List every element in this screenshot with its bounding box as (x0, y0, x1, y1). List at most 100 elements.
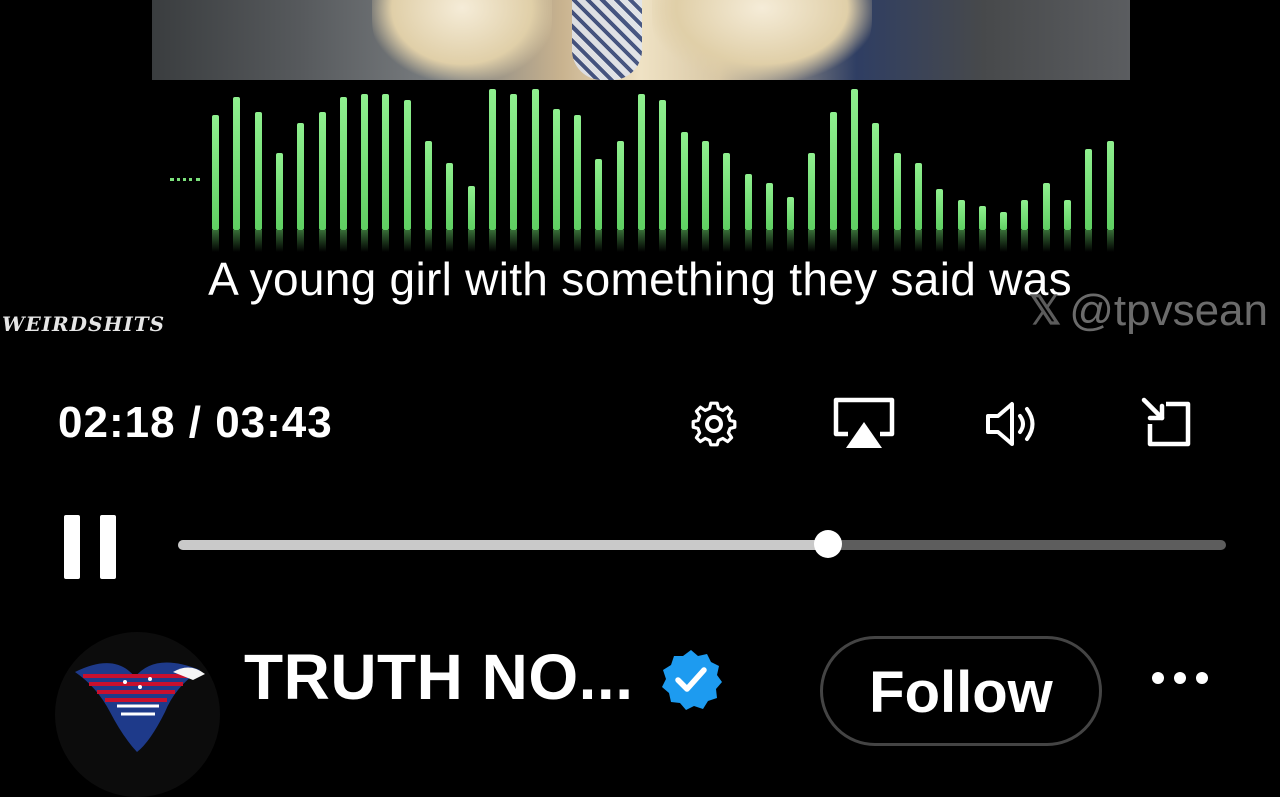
more-dot (1174, 672, 1186, 684)
waveform-bar (702, 141, 709, 252)
progress-track[interactable] (178, 530, 1226, 558)
waveform-bar-reflection (681, 230, 688, 252)
waveform-bar (872, 123, 879, 252)
progress-thumb[interactable] (814, 530, 842, 558)
waveform-bar (1021, 200, 1028, 252)
waveform-bar-reflection (468, 230, 475, 252)
waveform-bar (553, 109, 560, 252)
waveform-bar (574, 115, 581, 252)
waveform-bar-reflection (319, 230, 326, 252)
waveform-bar-reflection (915, 230, 922, 252)
waveform-bar (1043, 183, 1050, 252)
waveform-bar-reflection (787, 230, 794, 252)
time-display: 02:18 / 03:43 (58, 398, 333, 447)
waveform-bar-reflection (382, 230, 389, 252)
waveform-bar-reflection (617, 230, 624, 252)
waveform-bar-reflection (553, 230, 560, 252)
waveform-bar (340, 97, 347, 252)
eagle-flag-logo (75, 662, 205, 752)
waveform-bar (659, 100, 666, 252)
waveform-bar-reflection (255, 230, 262, 252)
waveform-bar-reflection (1064, 230, 1071, 252)
waveform-bar (255, 112, 262, 252)
more-icon[interactable] (1140, 660, 1220, 696)
waveform-bar (851, 89, 858, 252)
watermark-left: WEIRDSHITS (2, 312, 166, 336)
waveform-bar-reflection (936, 230, 943, 252)
watermark-right: 𝕏 @tpvsean (1029, 286, 1268, 336)
gear-icon[interactable] (682, 394, 746, 454)
waveform-bar (638, 94, 645, 252)
pause-button[interactable] (62, 515, 118, 579)
waveform-bar-reflection (766, 230, 773, 252)
waveform-bar-reflection (297, 230, 304, 252)
waveform-bar (382, 94, 389, 252)
waveform-bar (979, 206, 986, 252)
progress-fill (178, 540, 828, 550)
waveform-bar (745, 174, 752, 252)
waveform-bar-reflection (510, 230, 517, 252)
waveform-bar (1107, 141, 1114, 252)
waveform-bar-reflection (233, 230, 240, 252)
waveform-bar-reflection (340, 230, 347, 252)
waveform-bar-reflection (361, 230, 368, 252)
waveform-bar-reflection (489, 230, 496, 252)
waveform-bar (894, 153, 901, 252)
waveform-bar (297, 123, 304, 252)
waveform-bar (489, 89, 496, 252)
waveform-bar-reflection (979, 230, 986, 252)
account-name[interactable]: TRUTH NO... (244, 640, 633, 714)
waveform-bar (468, 186, 475, 252)
waveform-bar-reflection (212, 230, 219, 252)
volume-icon[interactable] (982, 394, 1046, 454)
waveform-bar-reflection (404, 230, 411, 252)
waveform-bar (808, 153, 815, 252)
waveform-bar (766, 183, 773, 252)
waveform-bar-reflection (638, 230, 645, 252)
waveform-bar-reflection (851, 230, 858, 252)
pause-icon-bar-right (100, 515, 116, 579)
waveform-bar (915, 163, 922, 252)
waveform-bar (510, 94, 517, 252)
minimize-icon[interactable] (1136, 394, 1200, 454)
waveform-bar-reflection (425, 230, 432, 252)
waveform-bar (276, 153, 283, 252)
waveform-bar-reflection (1085, 230, 1092, 252)
waveform-bar-reflection (894, 230, 901, 252)
waveform-bar (617, 141, 624, 252)
waveform-bar-reflection (1107, 230, 1114, 252)
waveform-bar-reflection (595, 230, 602, 252)
waveform-bar-reflection (745, 230, 752, 252)
waveform-bar-reflection (446, 230, 453, 252)
waveform-bar (787, 197, 794, 252)
waveform-bar (361, 94, 368, 252)
audio-waveform (0, 0, 1280, 252)
waveform-bar (958, 200, 965, 252)
waveform-bar-reflection (574, 230, 581, 252)
waveform-bar (1000, 212, 1007, 252)
waveform-bar (595, 159, 602, 252)
waveform-bar-reflection (958, 230, 965, 252)
waveform-bar (233, 97, 240, 252)
waveform-bar (425, 141, 432, 252)
more-dot (1196, 672, 1208, 684)
waveform-dots (170, 178, 200, 185)
waveform-bar (404, 100, 411, 252)
more-dot (1152, 672, 1164, 684)
follow-button[interactable]: Follow (820, 636, 1102, 746)
waveform-bar-reflection (1043, 230, 1050, 252)
airplay-icon[interactable] (830, 394, 898, 454)
waveform-bar (1064, 200, 1071, 252)
waveform-bar (681, 132, 688, 252)
waveform-bar (723, 153, 730, 252)
waveform-bar (532, 89, 539, 252)
waveform-bar-reflection (1000, 230, 1007, 252)
waveform-bar-reflection (276, 230, 283, 252)
waveform-bar (319, 112, 326, 252)
waveform-bar-reflection (659, 230, 666, 252)
waveform-bar (446, 163, 453, 252)
waveform-bar-reflection (872, 230, 879, 252)
waveform-bar (936, 189, 943, 252)
account-avatar[interactable] (55, 632, 220, 797)
waveform-bar (830, 112, 837, 252)
